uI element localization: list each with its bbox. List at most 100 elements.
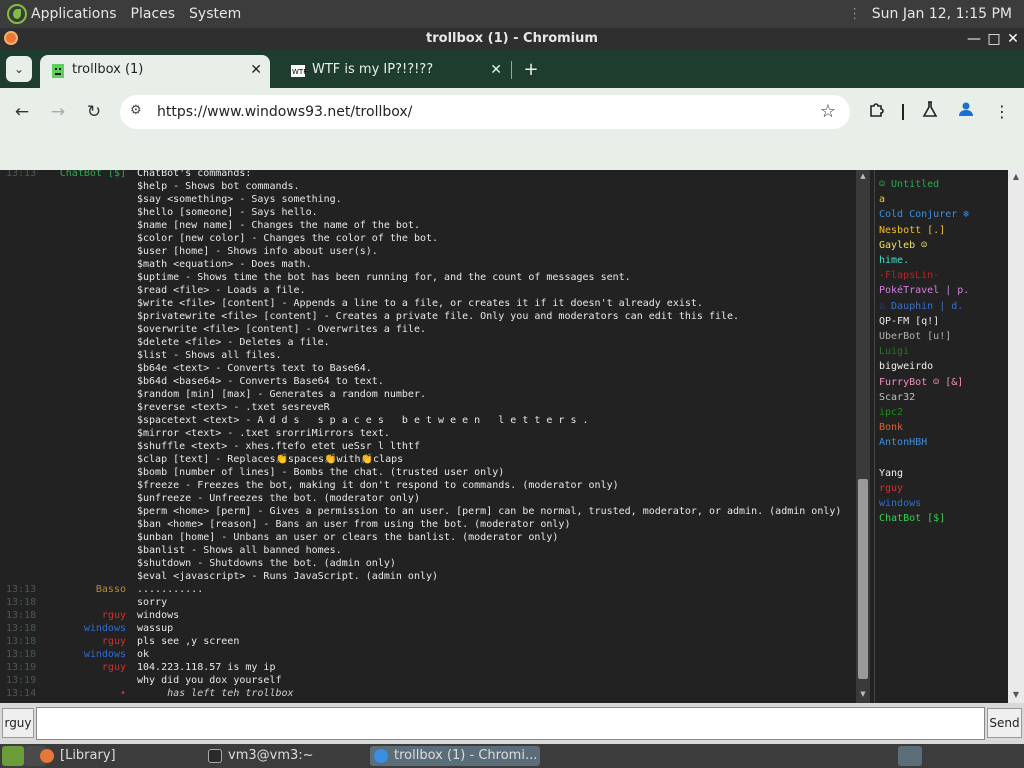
message-input[interactable] (36, 707, 985, 740)
close-tab-icon[interactable]: ✕ (250, 55, 262, 85)
close-tab-icon[interactable]: ✕ (490, 55, 502, 85)
chat-message: $b64e <text> - Converts text to Base64. (0, 362, 856, 375)
message-text: $perm <home> [perm] - Gives a permission… (137, 506, 842, 517)
minimize-button[interactable]: — (964, 28, 984, 50)
message-text: $unfreeze - Unfreezes the bot. (moderato… (137, 493, 420, 504)
message-text: $uptime - Shows time the bot has been ru… (137, 272, 631, 283)
chat-message: $perm <home> [perm] - Gives a permission… (0, 505, 856, 518)
send-button[interactable]: Send (987, 708, 1022, 738)
message-time: 13:14 (6, 688, 37, 699)
chat-message: $eval <javascript> - Runs JavaScript. (a… (0, 570, 856, 583)
show-desktop-icon[interactable] (2, 746, 24, 766)
taskbar-item-library[interactable]: [Library] (36, 746, 116, 766)
taskbar-item-terminal[interactable]: vm3@vm3:~ (204, 746, 314, 766)
wtf-favicon-icon: WTF (291, 65, 306, 77)
message-time: 13:19 (6, 675, 37, 686)
user-list-item[interactable]: PokéTravel | p. (879, 283, 969, 298)
scroll-up-icon[interactable]: ▲ (856, 172, 870, 180)
chat-log[interactable]: 13:13 ChatBot [$] ChatBot's commands: $help… (0, 170, 856, 703)
taskbar-item-chromium[interactable]: trollbox (1) - Chromi... (370, 746, 540, 766)
kebab-menu-icon[interactable]: ⋮ (990, 100, 1014, 124)
user-list-item[interactable]: Scar32 (879, 390, 915, 405)
chat-message: 13:18 rguy pls see ,y screen (0, 635, 856, 648)
user-list-item[interactable]: ChatBot [$] (879, 511, 945, 526)
user-list-item[interactable]: Bonk (879, 420, 903, 435)
chat-message: $spacetext <text> - A d d s s p a c e s … (0, 414, 856, 427)
chat-message: $help - Shows bot commands. (0, 180, 856, 193)
user-list-item[interactable]: AntonHBH (879, 435, 927, 450)
user-list-item[interactable]: Cold Conjurer ❄ (879, 207, 969, 222)
chat-message: $bomb [number of lines] - Bombs the chat… (0, 466, 856, 479)
menu-applications[interactable]: Applications (31, 6, 117, 22)
toolbar-divider (902, 104, 904, 120)
clock[interactable]: Sun Jan 12, 1:15 PM (872, 6, 1012, 22)
chat-message: 13:13 Basso........... (0, 583, 856, 596)
menu-system[interactable]: System (189, 6, 241, 22)
window-titlebar[interactable]: trollbox (1) - Chromium — □ ✕ (0, 28, 1024, 50)
message-text: ........... (137, 584, 204, 595)
user-list-item[interactable]: ipc2 (879, 405, 903, 420)
message-nick[interactable]: windows (84, 648, 126, 661)
message-text: $read <file> - Loads a file. (137, 285, 306, 296)
scroll-up-icon[interactable]: ▲ (1008, 172, 1024, 181)
user-list-item[interactable]: Gayleb ☺ (879, 238, 927, 253)
tab-trollbox[interactable]: trollbox (1) ✕ (40, 55, 270, 88)
message-nick[interactable]: Basso (96, 583, 126, 596)
scroll-down-icon[interactable]: ▼ (1008, 690, 1024, 699)
user-list-item[interactable]: hime. (879, 253, 909, 268)
user-list-item[interactable]: ♘ Dauphin | d. (879, 299, 963, 314)
nickname-button[interactable]: rguy (2, 708, 34, 738)
extensions-icon[interactable] (865, 100, 889, 124)
chat-message: $b64d <base64> - Converts Base64 to text… (0, 375, 856, 388)
user-list-item[interactable]: Yang (879, 466, 903, 481)
tab-title: trollbox (1) (72, 62, 144, 77)
address-bar[interactable]: ⚙ ☆ (120, 95, 850, 129)
message-nick[interactable]: windows (84, 622, 126, 635)
back-button[interactable]: ← (10, 100, 34, 124)
user-list-item[interactable]: QP-FM [q!] (879, 314, 939, 329)
new-tab-button[interactable]: + (520, 55, 542, 85)
user-list-item[interactable]: -FlapsLin- (879, 268, 939, 283)
message-text: $random [min] [max] - Generates a random… (137, 389, 426, 400)
user-list-item[interactable]: a (879, 192, 885, 207)
panel-handle-icon: ⋮ (847, 6, 862, 22)
message-nick[interactable]: rguy (102, 635, 126, 648)
user-list-item[interactable]: bigweirdo (879, 359, 933, 374)
reload-button[interactable]: ↻ (82, 100, 106, 124)
maximize-button[interactable]: □ (984, 28, 1004, 50)
tray-chromium-icon[interactable] (898, 746, 922, 766)
close-window-button[interactable]: ✕ (1003, 28, 1023, 50)
chat-message: $uptime - Shows time the bot has been ru… (0, 271, 856, 284)
forward-button[interactable]: → (46, 100, 70, 124)
message-nick[interactable]: rguy (102, 609, 126, 622)
user-list-item[interactable]: rguy (879, 481, 903, 496)
menu-places[interactable]: Places (131, 6, 176, 22)
message-text: why did you dox yourself (137, 675, 282, 686)
message-nick[interactable]: rguy (102, 661, 126, 674)
user-list-scrollbar[interactable]: ▲ ▼ (1008, 170, 1024, 703)
distro-logo-icon[interactable] (7, 4, 27, 24)
message-text: ok (137, 649, 150, 660)
user-list-item[interactable]: windows (879, 496, 921, 511)
user-list-item[interactable]: UberBot [u!] (879, 329, 951, 344)
labs-flask-icon[interactable] (918, 100, 942, 124)
scroll-down-icon[interactable]: ▼ (856, 690, 870, 698)
user-list-item[interactable]: Nesbott [.] (879, 223, 945, 238)
message-time: 13:18 (6, 649, 37, 660)
user-list-item[interactable]: Luigi (879, 344, 909, 359)
chat-message: $user [home] - Shows info about user(s). (0, 245, 856, 258)
chat-message: 13:18 rguy windows (0, 609, 856, 622)
user-list-item[interactable]: ☺ Untitled (879, 177, 939, 192)
message-time: 13:13 (6, 584, 37, 595)
bookmark-star-icon[interactable]: ☆ (820, 101, 836, 122)
tab-wtf-is-my-ip[interactable]: WTF WTF is my IP?!?!?? ✕ (280, 55, 512, 88)
scroll-thumb[interactable] (858, 479, 868, 679)
user-list-item[interactable]: FurryBot ☺ [&] (879, 375, 963, 390)
chat-scrollbar[interactable]: ▲ ▼ (856, 170, 870, 703)
profile-avatar-icon[interactable] (954, 100, 978, 124)
site-info-icon[interactable]: ⚙ (130, 103, 146, 119)
message-nick[interactable]: • (120, 687, 126, 700)
message-nick[interactable]: ChatBot [$] (60, 170, 126, 180)
tab-search-button[interactable]: ⌄ (6, 56, 32, 82)
url-input[interactable] (157, 95, 797, 129)
